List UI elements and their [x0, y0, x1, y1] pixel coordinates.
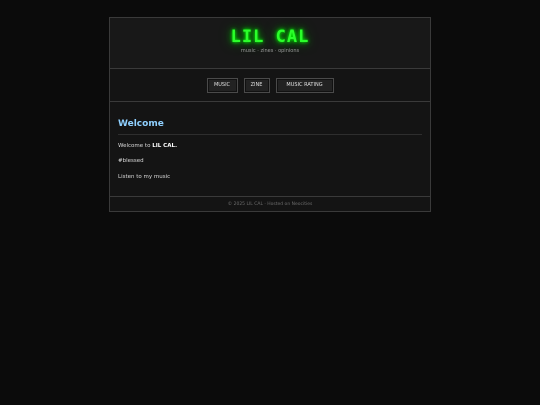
nav-music-rating-button[interactable]: MUSIC RATING [275, 77, 334, 93]
site-footer: © 2025 LIL CAL · Hosted on Neocities [227, 202, 313, 207]
welcome-site-name: LIL CAL. [152, 143, 178, 149]
hashtag-text: #blessed [118, 158, 144, 164]
site-header: LIL CAL music · zines · opinions [110, 18, 430, 69]
main-content: Welcome Welcome to LIL CAL. #blessed Lis… [110, 102, 430, 197]
welcome-heading: Welcome [118, 119, 164, 129]
main-nav: MUSIC ZINE MUSIC RATING [110, 69, 430, 102]
welcome-prefix: Welcome to [118, 143, 153, 149]
site-tagline: music · zines · opinions [240, 48, 300, 54]
nav-music-button[interactable]: MUSIC [206, 77, 238, 93]
welcome-text: Welcome to LIL CAL. [118, 143, 177, 149]
site-container: LIL CAL music · zines · opinions MUSIC Z… [109, 17, 431, 212]
nav-zine-button[interactable]: ZINE [243, 77, 270, 93]
heading-divider [118, 134, 422, 135]
listen-text: Listen to my music [118, 174, 171, 180]
site-title: LIL CAL [230, 27, 310, 47]
